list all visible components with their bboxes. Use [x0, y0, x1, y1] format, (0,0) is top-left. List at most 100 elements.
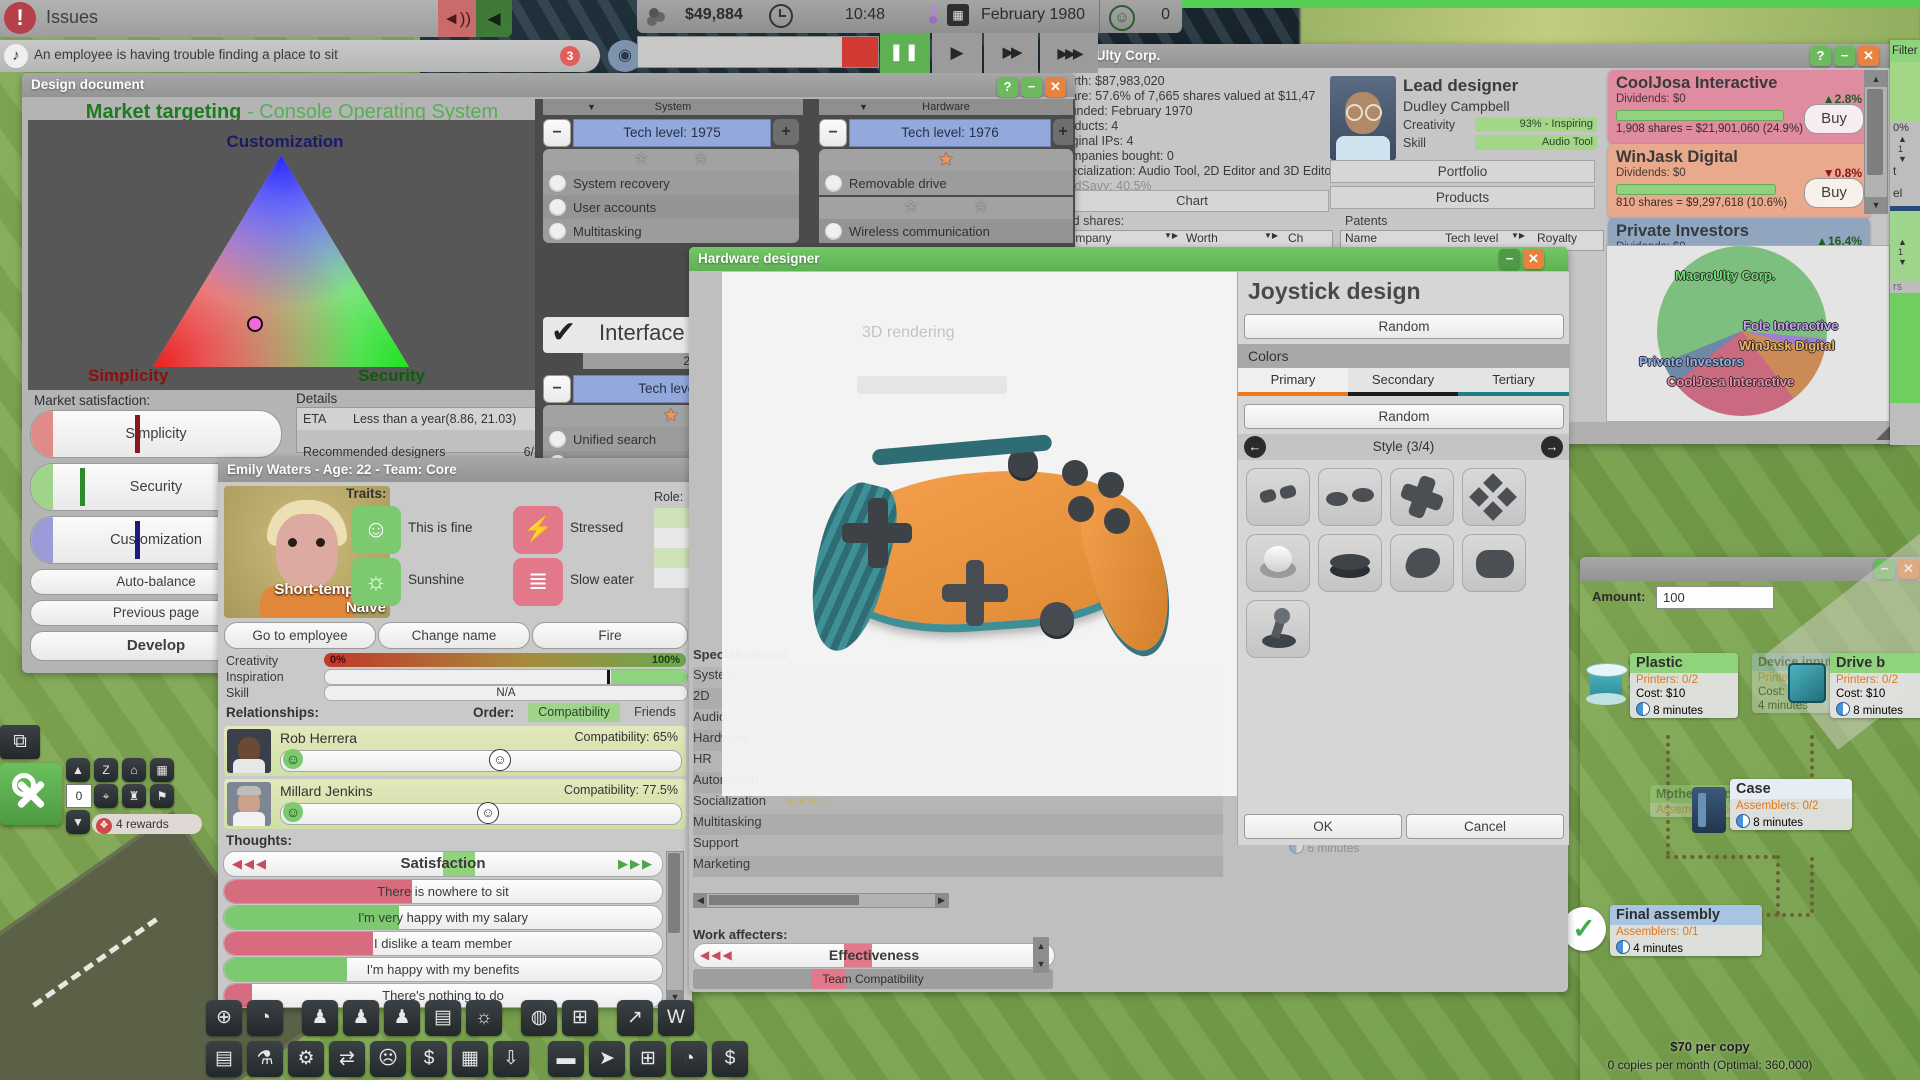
stock-card-cooljosa[interactable]: CoolJosa Interactive Dividends: $0 ▲2.8%… [1608, 70, 1870, 144]
transfer-icon[interactable]: ⇄ [329, 1041, 365, 1077]
style-next-icon[interactable]: → [1541, 436, 1563, 458]
stocks-scrollbar[interactable]: ▲ ▼ [1864, 70, 1888, 214]
scroll-thumb[interactable] [709, 895, 859, 905]
ok-button[interactable]: OK [1244, 814, 1402, 839]
col-tech-level[interactable]: Tech level [1445, 231, 1498, 245]
close-icon[interactable]: ✕ [1523, 249, 1544, 269]
role-option[interactable] [654, 528, 692, 548]
collapse-icon[interactable]: ▼ [859, 99, 868, 115]
collapse-issues-icon[interactable]: ◀ [476, 0, 512, 37]
tab-tertiary[interactable]: Tertiary [1458, 368, 1569, 396]
hardware-designer-titlebar[interactable]: Hardware designer [689, 247, 1568, 271]
go-to-employee-button[interactable]: Go to employee [224, 622, 376, 649]
flag-icon[interactable]: ⚑ [150, 784, 174, 808]
spec-row[interactable]: Support [693, 835, 1223, 856]
download-icon[interactable]: ⇩ [493, 1041, 529, 1077]
scroll-down-icon[interactable]: ▼ [1865, 197, 1887, 213]
chart-up-icon[interactable]: ↗ [617, 1000, 653, 1036]
style-option-puck[interactable] [1318, 534, 1382, 592]
style-option-discs[interactable] [1318, 468, 1382, 526]
scroll-left-icon[interactable]: ◀ [694, 894, 707, 907]
minimize-button[interactable]: − [1834, 46, 1855, 66]
tech-decrease-button[interactable]: − [819, 119, 847, 147]
order-friends-tab[interactable]: Friends [624, 703, 686, 722]
idea-bulb-icon[interactable]: ☼ [466, 1000, 502, 1036]
help-button[interactable]: ? [1810, 46, 1831, 66]
chart-w-icon[interactable]: W [658, 1000, 694, 1036]
checkbox-icon[interactable] [549, 198, 566, 216]
feature-item[interactable]: Wireless communication [819, 219, 1073, 243]
checkbox-icon[interactable] [549, 222, 566, 240]
staff-family-icon[interactable]: ♟ [384, 1000, 420, 1036]
node-case[interactable]: Case Assemblers: 0/2 8 minutes [1692, 779, 1852, 833]
minimize-button[interactable]: − [1021, 77, 1042, 97]
checkbox-icon[interactable] [549, 430, 566, 448]
ledger-icon[interactable]: ⊞ [630, 1041, 666, 1077]
finance-icon[interactable]: $ [712, 1041, 748, 1077]
sort-icon[interactable]: ▼▶ [1164, 231, 1178, 240]
style-option-angled-stick[interactable] [1390, 534, 1454, 592]
minimize-button[interactable]: − [1499, 249, 1520, 269]
horizontal-scrollbar[interactable]: ◀ ▶ [693, 893, 949, 908]
checkbox-icon[interactable] [825, 222, 842, 240]
market-triangle[interactable] [153, 155, 409, 367]
feature-item[interactable]: User accounts [543, 195, 799, 219]
collapse-icon[interactable]: ▼ [587, 99, 596, 115]
settings-gear-icon[interactable]: ⚙ [288, 1041, 324, 1077]
complaints-icon[interactable]: ☹ [370, 1041, 406, 1077]
rotate-icon[interactable]: Z [94, 758, 118, 782]
home-icon[interactable]: ⌂ [122, 758, 146, 782]
satisfaction-header[interactable]: ◀◀◀ ▶▶▶ Satisfaction [223, 851, 663, 877]
help-button[interactable]: ? [997, 77, 1018, 97]
close-icon[interactable]: ✕ [1045, 77, 1066, 97]
col-worth[interactable]: Worth [1186, 231, 1218, 245]
style-option-dpad[interactable] [1390, 468, 1454, 526]
sort-icon[interactable]: ▼▶ [1511, 231, 1525, 240]
chart-tab[interactable]: Chart [1055, 190, 1329, 212]
relationship-row[interactable]: Millard Jenkins Compatibility: 77.5% ☺ ☺ [224, 779, 686, 829]
feature-item[interactable]: Removable drive [819, 171, 1073, 195]
spec-row[interactable]: Multitasking [693, 814, 1223, 835]
edge-stepper[interactable]: ▲ 1 ▼ [1890, 134, 1920, 164]
design-doc-titlebar[interactable]: Design document [22, 73, 1075, 97]
style-option-dome[interactable] [1246, 534, 1310, 592]
category-header-system[interactable]: ▼ System [543, 99, 803, 115]
col-name[interactable]: Name [1345, 231, 1377, 245]
team-icon[interactable]: ♟ [343, 1000, 379, 1036]
relationship-slider[interactable]: ☺ ☺ [280, 749, 682, 772]
pause-button[interactable]: ❚❚ [880, 33, 930, 73]
macroulty-titlebar[interactable]: MacroUlty Corp. [1047, 44, 1896, 68]
style-option-rounded[interactable] [1462, 534, 1526, 592]
node-plastic[interactable]: Plastic Printers: 0/2 Cost: $10 8 minute… [1586, 653, 1738, 718]
distribution-pie-icon[interactable]: ◔ [671, 1041, 707, 1077]
sort-icon[interactable]: ▼▶ [1264, 231, 1278, 240]
feature-item[interactable]: System recovery [543, 171, 799, 195]
relationship-slider[interactable]: ☺ ☺ [280, 802, 682, 825]
cancel-button[interactable]: Cancel [1406, 814, 1564, 839]
buy-button[interactable]: Buy [1804, 178, 1864, 208]
role-option[interactable] [654, 548, 692, 568]
tech-decrease-button[interactable]: − [543, 375, 571, 403]
play-button[interactable]: ▶ [932, 33, 982, 73]
col-royalty[interactable]: Royalty [1537, 231, 1577, 245]
edge-stepper[interactable]: ▲ 1 ▼ [1890, 211, 1920, 267]
tech-increase-button[interactable]: + [773, 119, 799, 145]
document-icon[interactable]: ▤ [206, 1041, 242, 1077]
building-icon[interactable]: ♜ [122, 784, 146, 808]
role-option[interactable] [654, 568, 692, 588]
tech-increase-button[interactable]: + [1053, 119, 1073, 145]
fast-forward-button[interactable]: ▶▶ [984, 33, 1038, 73]
scroll-right-icon[interactable]: ▶ [935, 894, 948, 907]
effectiveness-row[interactable]: ◀◀◀ ▶ Effectiveness [693, 943, 1055, 968]
spec-row[interactable]: Socialization ★★★☆ [693, 793, 1223, 814]
tools-wrench-button[interactable] [0, 763, 62, 825]
tech-decrease-button[interactable]: − [543, 119, 571, 147]
buy-button[interactable]: Buy [1804, 104, 1864, 134]
layers-icon[interactable]: ⧉ [0, 725, 40, 759]
pie-chart-icon[interactable]: ◔ [247, 1000, 283, 1036]
close-icon[interactable]: ✕ [1858, 46, 1879, 66]
role-option[interactable] [654, 508, 692, 528]
fire-button[interactable]: Fire [532, 622, 688, 649]
rewards-badge[interactable]: ❖ 4 rewards [92, 814, 202, 834]
spreadsheet-icon[interactable]: ⊞ [562, 1000, 598, 1036]
